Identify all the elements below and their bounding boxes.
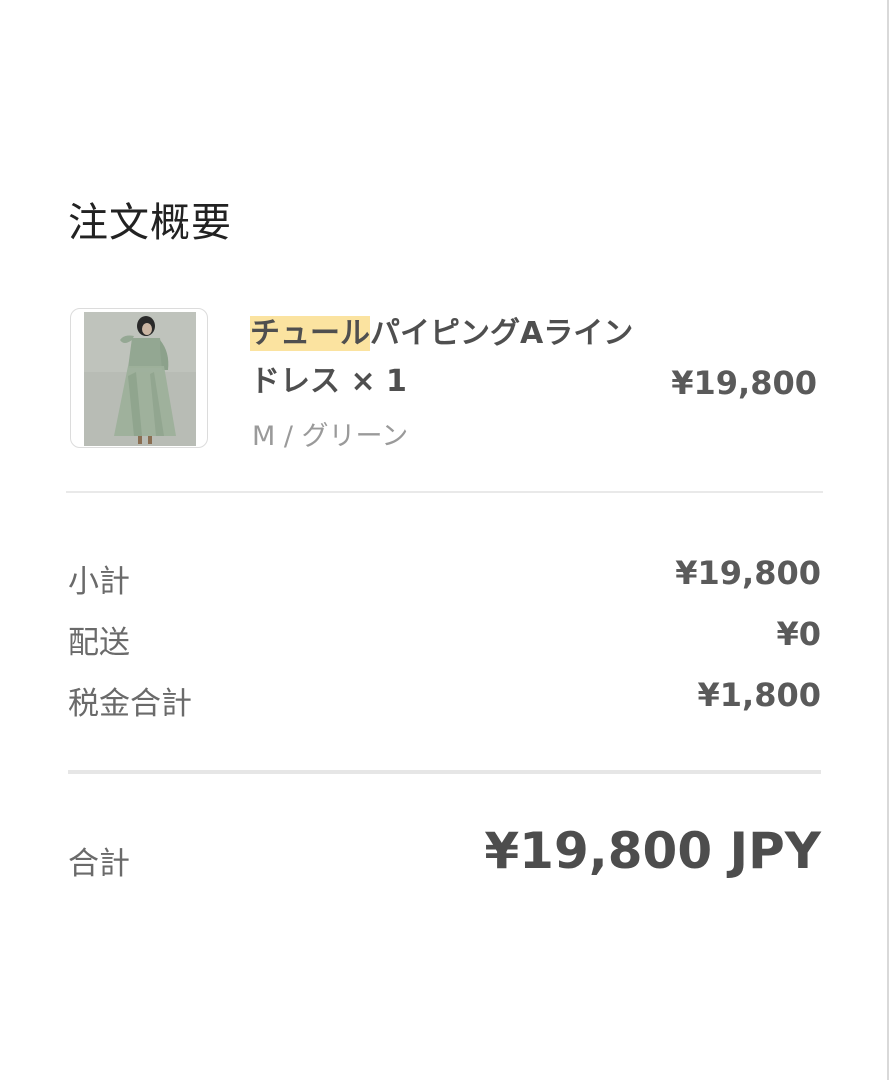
totals-divider: [68, 770, 821, 774]
product-variant: M / グリーン: [252, 421, 409, 452]
shipping-label: 配送: [68, 625, 130, 661]
product-thumbnail[interactable]: [70, 308, 208, 448]
total-value: ¥19,800 JPY: [484, 822, 821, 880]
item-price: ¥19,800: [671, 364, 817, 402]
order-summary-title: 注文概要: [68, 200, 232, 246]
shipping-value: ¥0: [776, 615, 821, 653]
tax-label: 税金合計: [68, 686, 192, 722]
product-name-highlight: チュール: [250, 316, 370, 351]
product-photo: [84, 312, 196, 446]
order-summary-page: 注文概要 チュールパイピングAラインドレス × 1 M / グリーン ¥19,8…: [0, 0, 889, 1080]
item-divider: [66, 491, 823, 493]
subtotal-label: 小計: [68, 564, 130, 600]
product-name[interactable]: チュールパイピングAラインドレス × 1: [250, 310, 640, 406]
total-label: 合計: [68, 846, 130, 882]
subtotal-value: ¥19,800: [675, 554, 821, 592]
dress-model-image: [84, 312, 196, 446]
tax-value: ¥1,800: [697, 676, 821, 714]
